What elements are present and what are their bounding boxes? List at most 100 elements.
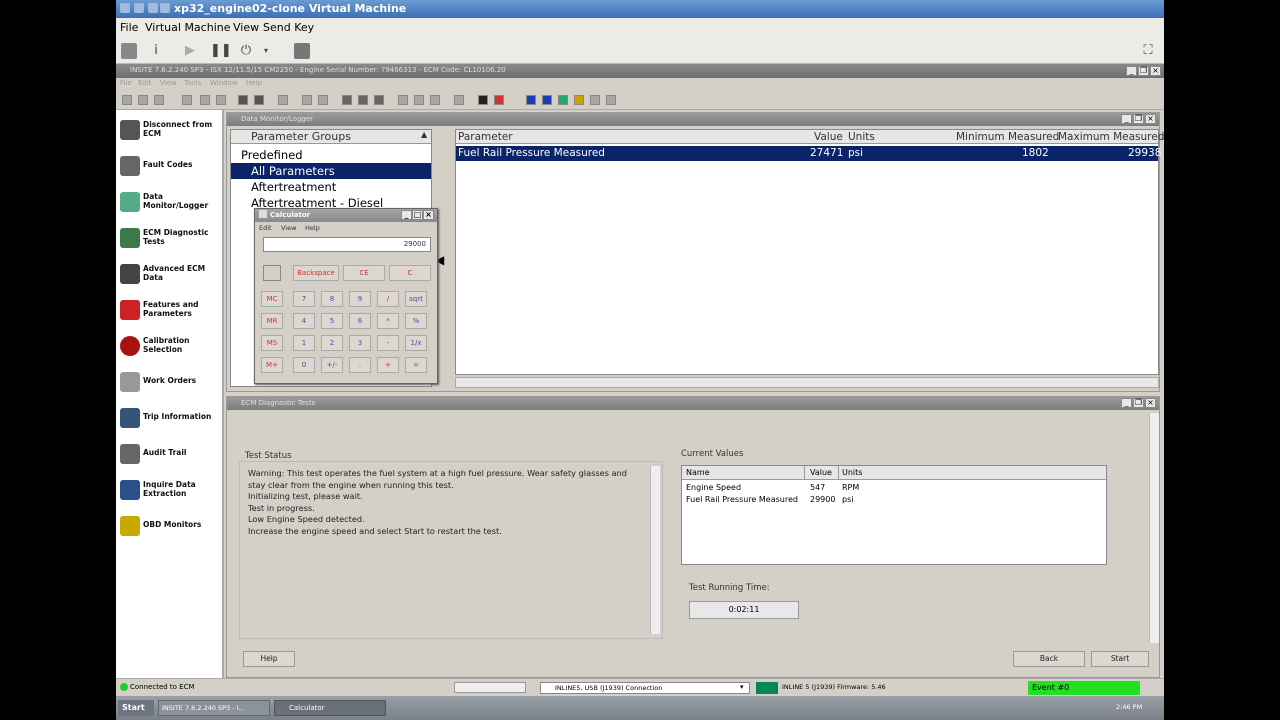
key-1[interactable]: 1 xyxy=(293,335,315,351)
toolbar-icon[interactable] xyxy=(558,95,568,105)
back-button[interactable]: Back xyxy=(1013,651,1085,667)
key-8[interactable]: 8 xyxy=(321,291,343,307)
insite-menu-file[interactable]: File xyxy=(120,79,132,87)
insite-menu-window[interactable]: Window xyxy=(210,79,238,87)
calc-menu-help[interactable]: Help xyxy=(305,224,320,232)
print-preview-icon[interactable] xyxy=(254,95,264,105)
m-plus-key[interactable]: M+ xyxy=(261,357,283,373)
fullscreen-icon[interactable]: ⛶ xyxy=(1140,43,1156,59)
vm-menu-view[interactable]: View xyxy=(233,21,259,34)
toolbar-icon[interactable] xyxy=(414,95,424,105)
key-7[interactable]: 7 xyxy=(293,291,315,307)
mr-key[interactable]: MR xyxy=(261,313,283,329)
toolbar-icon[interactable] xyxy=(542,95,552,105)
key-4[interactable]: 4 xyxy=(293,313,315,329)
toolbar-icon[interactable] xyxy=(122,95,132,105)
toolbar-icon[interactable] xyxy=(216,95,226,105)
table-row[interactable]: Fuel Rail Pressure Measured 29900 psi xyxy=(682,494,1106,506)
vm-menu-icon[interactable] xyxy=(120,3,130,13)
sidebar-item-obd[interactable]: OBD Monitors xyxy=(118,510,222,544)
toolbar-icon[interactable] xyxy=(526,95,536,105)
minimize-icon[interactable]: _ xyxy=(1121,114,1132,124)
table-row[interactable]: Engine Speed 547 RPM xyxy=(682,482,1106,494)
toolbar-icon[interactable] xyxy=(138,95,148,105)
c-key[interactable]: C xyxy=(389,265,431,281)
taskbar-calculator[interactable]: Calculator xyxy=(274,700,386,716)
insite-minimize-icon[interactable]: _ xyxy=(1126,66,1137,76)
insite-menu-edit[interactable]: Edit xyxy=(138,79,152,87)
pause-icon[interactable]: ❚❚ xyxy=(210,43,232,59)
column-value[interactable]: Value xyxy=(814,131,843,143)
sidebar-item-inquire[interactable]: Inquire Data Extraction xyxy=(118,474,222,508)
print-icon[interactable] xyxy=(238,95,248,105)
toolbar-icon[interactable] xyxy=(342,95,352,105)
vm-menu-virtual-machine[interactable]: Virtual Machine xyxy=(145,21,231,34)
insite-restore-icon[interactable]: ❐ xyxy=(1138,66,1149,76)
toolbar-icon[interactable] xyxy=(200,95,210,105)
key-5[interactable]: 5 xyxy=(321,313,343,329)
column-units[interactable]: Units xyxy=(842,468,862,477)
divide-key[interactable]: / xyxy=(377,291,399,307)
power-icon[interactable]: ⏻ xyxy=(238,43,254,59)
vm-menu-send-key[interactable]: Send Key xyxy=(263,21,314,34)
toolbar-icon[interactable] xyxy=(494,95,504,105)
toolbar-icon[interactable] xyxy=(278,95,288,105)
reciprocal-key[interactable]: 1/x xyxy=(405,335,427,351)
key-9[interactable]: 9 xyxy=(349,291,371,307)
column-units[interactable]: Units xyxy=(848,131,875,143)
equals-key[interactable]: = xyxy=(405,357,427,373)
multiply-key[interactable]: * xyxy=(377,313,399,329)
toolbar-icon[interactable] xyxy=(182,95,192,105)
taskbar-insite[interactable]: INSITE 7.6.2.240 SP3 - I... xyxy=(158,700,270,716)
toolbar-icon[interactable] xyxy=(358,95,368,105)
tree-node-all-parameters[interactable]: All Parameters xyxy=(231,163,431,179)
sidebar-item-data-monitor[interactable]: Data Monitor/Logger xyxy=(118,186,222,220)
insite-menu-tools[interactable]: Tools xyxy=(184,79,201,87)
vertical-scrollbar[interactable] xyxy=(1149,413,1159,643)
restore-icon[interactable]: ❐ xyxy=(1133,398,1144,408)
info-icon[interactable]: i xyxy=(148,43,164,59)
toolbar-icon[interactable] xyxy=(574,95,584,105)
sort-up-icon[interactable]: ▲ xyxy=(421,130,427,139)
sidebar-item-disconnect[interactable]: Disconnect from ECM xyxy=(118,114,222,148)
key-6[interactable]: 6 xyxy=(349,313,371,329)
calc-close-icon[interactable]: × xyxy=(423,210,434,220)
toolbar-icon[interactable] xyxy=(430,95,440,105)
sidebar-item-diagnostic-tests[interactable]: ECM Diagnostic Tests xyxy=(118,222,222,256)
add-key[interactable]: + xyxy=(377,357,399,373)
table-row[interactable]: Fuel Rail Pressure Measured 27471 psi 18… xyxy=(456,146,1161,161)
insite-menu-help[interactable]: Help xyxy=(246,79,262,87)
column-value[interactable]: Value xyxy=(810,468,832,477)
close-icon[interactable]: × xyxy=(1145,114,1156,124)
insite-close-icon[interactable]: × xyxy=(1150,66,1161,76)
play-icon[interactable]: ▶ xyxy=(182,43,198,59)
ms-key[interactable]: MS xyxy=(261,335,283,351)
usb-icon[interactable] xyxy=(294,43,310,59)
sidebar-item-advanced-data[interactable]: Advanced ECM Data xyxy=(118,258,222,292)
toolbar-icon[interactable] xyxy=(302,95,312,105)
vm-maximize-icon[interactable] xyxy=(148,3,158,13)
column-max[interactable]: Maximum Measured xyxy=(1058,131,1164,143)
vm-minimize-icon[interactable] xyxy=(134,3,144,13)
plus-minus-key[interactable]: +/- xyxy=(321,357,343,373)
sidebar-item-calibration[interactable]: Calibration Selection xyxy=(118,330,222,364)
insite-menu-view[interactable]: View xyxy=(160,79,177,87)
toolbar-icon[interactable] xyxy=(590,95,600,105)
sidebar-item-work-orders[interactable]: Work Orders xyxy=(118,366,222,400)
toolbar-icon[interactable] xyxy=(154,95,164,105)
sqrt-key[interactable]: sqrt xyxy=(405,291,427,307)
column-min[interactable]: Minimum Measured xyxy=(956,131,1059,143)
calc-menu-view[interactable]: View xyxy=(281,224,296,232)
start-button[interactable]: Start xyxy=(118,700,154,716)
percent-key[interactable]: % xyxy=(405,313,427,329)
key-2[interactable]: 2 xyxy=(321,335,343,351)
key-3[interactable]: 3 xyxy=(349,335,371,351)
toolbar-icon[interactable] xyxy=(606,95,616,105)
calc-menu-edit[interactable]: Edit xyxy=(259,224,272,232)
record-icon[interactable] xyxy=(478,95,488,105)
sidebar-item-fault-codes[interactable]: Fault Codes xyxy=(118,150,222,184)
toolbar-icon[interactable] xyxy=(318,95,328,105)
toolbar-icon[interactable] xyxy=(374,95,384,105)
backspace-key[interactable]: Backspace xyxy=(293,265,339,281)
sidebar-item-trip[interactable]: Trip Information xyxy=(118,402,222,436)
